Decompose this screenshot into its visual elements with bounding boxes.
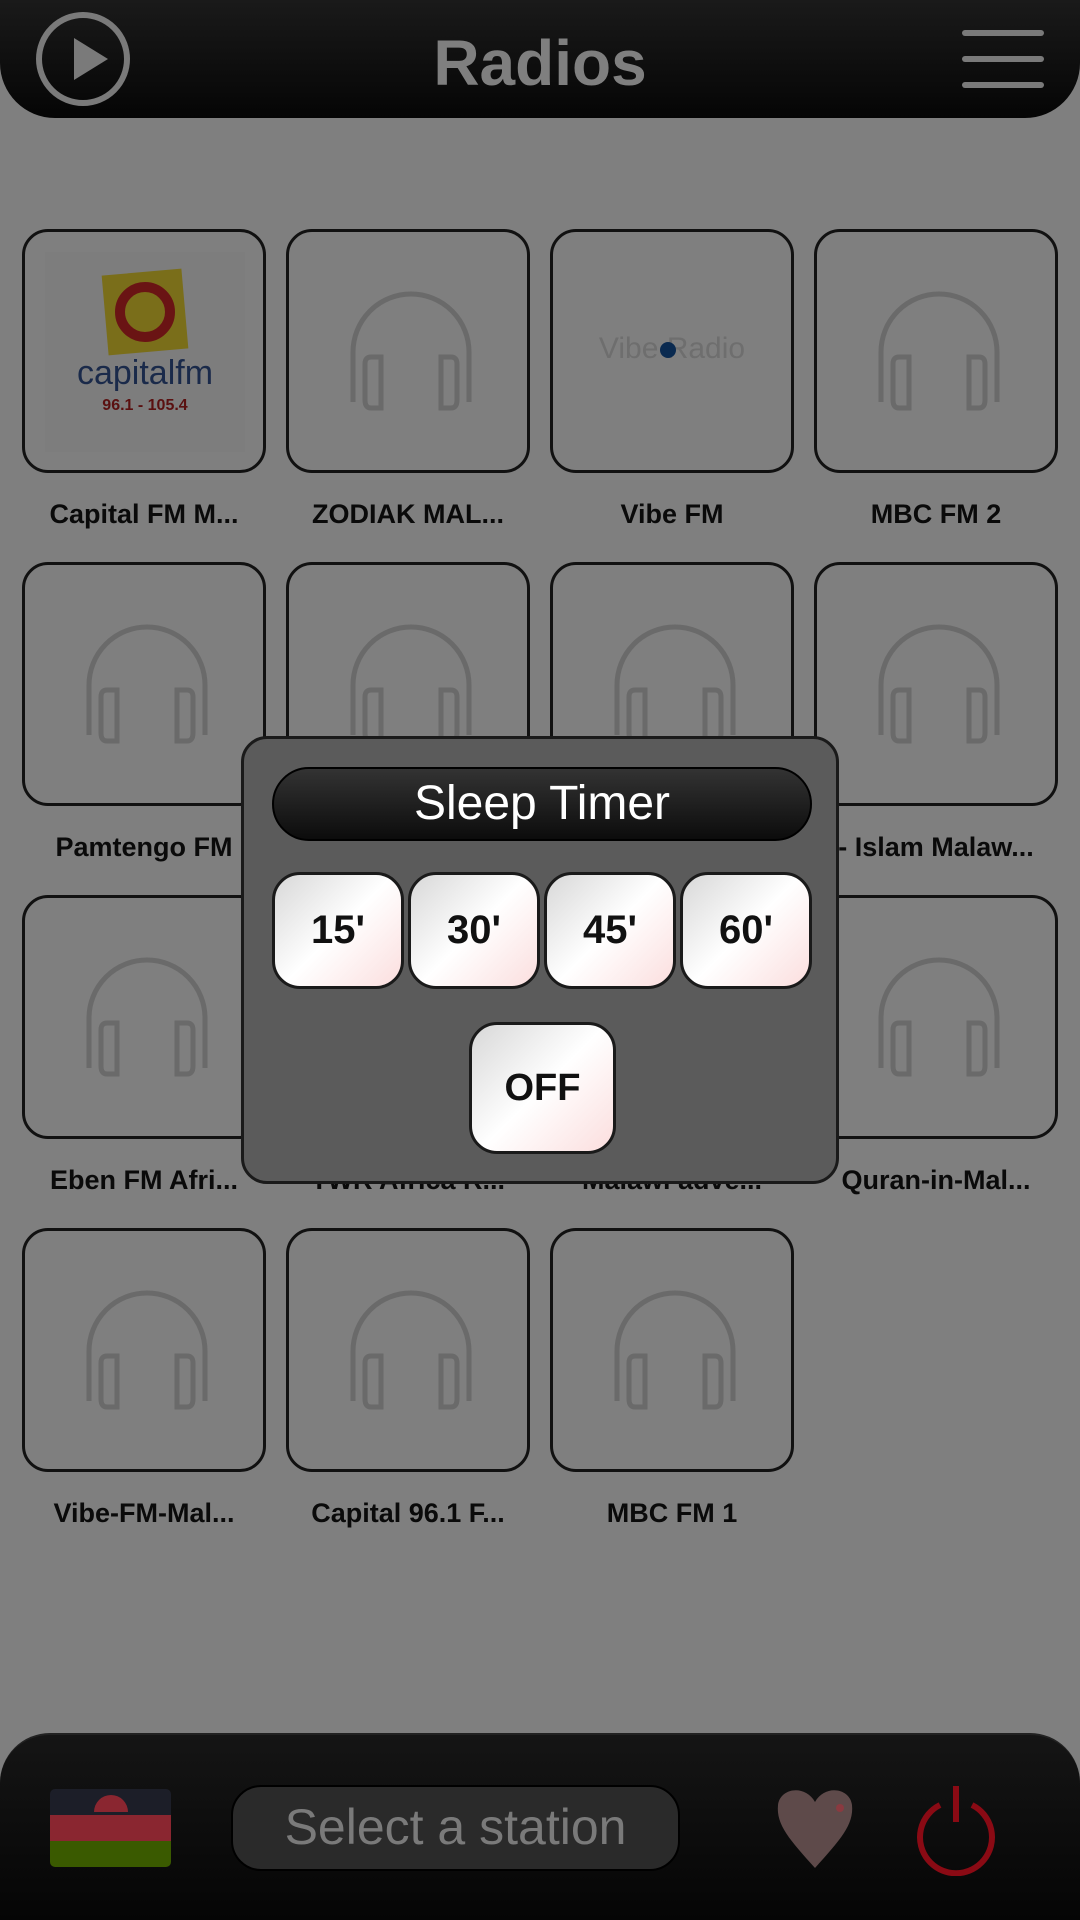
headphones-icon [86,1290,208,1410]
station-tile[interactable] [286,1228,530,1472]
station-tile[interactable] [814,895,1058,1139]
now-playing-status[interactable]: Select a station [231,1785,680,1871]
station-label: - Islam Malaw... [838,832,1034,862]
hamburger-menu-icon[interactable] [962,30,1044,88]
capitalfm-logo: capitalfm 96.1 - 105.4 [45,252,245,452]
station-tile[interactable] [22,562,266,806]
station-label: MBC FM 1 [606,1498,738,1528]
station-tile[interactable] [814,562,1058,806]
station-label: Vibe FM [620,499,724,529]
headphones-icon [878,624,1000,744]
station-tile[interactable] [814,229,1058,473]
headphones-icon [614,1290,736,1410]
power-icon[interactable] [910,1780,1002,1876]
timer-60-button[interactable]: 60' [680,872,812,989]
timer-15-button[interactable]: 15' [272,872,404,989]
headphones-icon [86,624,208,744]
timer-45-button[interactable]: 45' [544,872,676,989]
dialog-title: Sleep Timer [272,767,812,841]
station-label: Eben FM Afri... [50,1165,238,1195]
player-bar: Select a station [0,1733,1080,1920]
station-label: Vibe-FM-Mal... [53,1498,235,1528]
headphones-icon [350,291,472,411]
heart-icon[interactable] [770,1780,860,1876]
timer-off-button[interactable]: OFF [469,1022,616,1154]
station-label: Capital 96.1 F... [311,1498,505,1528]
station-tile[interactable] [286,229,530,473]
station-tile[interactable]: capitalfm 96.1 - 105.4 [22,229,266,473]
page-title: Radios [433,27,647,99]
station-label: MBC FM 2 [870,499,1002,529]
headphones-icon [86,957,208,1077]
headphones-icon [614,624,736,744]
station-label: Pamtengo FM [55,832,233,862]
headphones-icon [350,624,472,744]
station-label: Capital FM M... [49,499,239,529]
station-label: Quran-in-Mal... [841,1165,1031,1195]
station-tile[interactable] [22,1228,266,1472]
timer-30-button[interactable]: 30' [408,872,540,989]
headphones-icon [350,1290,472,1410]
station-tile[interactable]: Vibe Radio [550,229,794,473]
station-tile[interactable] [22,895,266,1139]
malawi-flag-icon[interactable] [50,1789,171,1867]
station-label: ZODIAK MAL... [312,499,504,529]
station-tile[interactable] [550,1228,794,1472]
headphones-icon [878,291,1000,411]
headphones-icon [878,957,1000,1077]
sleep-timer-dialog: Sleep Timer 15' 30' 45' 60' OFF [241,736,839,1184]
app-header: Radios [0,0,1080,118]
